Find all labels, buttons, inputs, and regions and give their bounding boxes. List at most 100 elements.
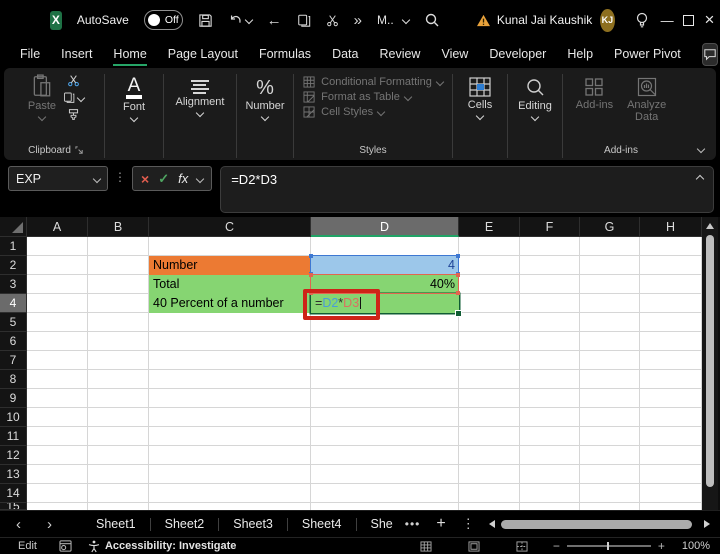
zoom-slider[interactable] [566, 542, 651, 550]
tab-insert[interactable]: Insert [61, 47, 92, 61]
save-icon[interactable] [198, 13, 213, 28]
tab-file[interactable]: File [20, 47, 40, 61]
excel-logo-icon[interactable]: X [50, 10, 62, 30]
user-name[interactable]: Kunal Jai Kaushik [497, 13, 592, 27]
cancel-entry-icon[interactable]: × [141, 171, 149, 187]
cut-ribbon-icon[interactable] [67, 74, 80, 87]
editing-button[interactable]: Editing [518, 78, 552, 122]
more-commands-menu[interactable]: M.. [377, 13, 410, 27]
row-header-10[interactable]: 10 [0, 408, 27, 427]
sheet-tab-sheet4[interactable]: Sheet4 [288, 517, 356, 531]
fill-handle[interactable] [455, 310, 462, 317]
page-break-view-button[interactable] [516, 540, 528, 552]
cell-d2[interactable]: 4 [311, 256, 459, 275]
select-all-corner[interactable] [0, 217, 27, 237]
column-header-e[interactable]: E [459, 217, 520, 237]
row-header-3[interactable]: 3 [0, 275, 27, 294]
sheet-tab-sheet2[interactable]: Sheet2 [151, 517, 219, 531]
name-box[interactable]: EXP [8, 166, 108, 191]
column-header-d[interactable]: D [311, 217, 459, 237]
zoom-level[interactable]: 100% [682, 540, 710, 552]
sheet-options-icon[interactable]: ⋮ [462, 516, 475, 532]
cell-styles-button[interactable]: Cell Styles [303, 106, 386, 118]
sheet-tab-sheet3[interactable]: Sheet3 [219, 517, 287, 531]
tab-power-pivot[interactable]: Power Pivot [614, 47, 681, 61]
normal-view-button[interactable] [420, 540, 432, 552]
row-header-5[interactable]: 5 [0, 313, 27, 332]
scroll-right-icon[interactable] [704, 520, 710, 528]
scroll-left-icon[interactable] [488, 520, 495, 528]
horizontal-scrollbar-thumb[interactable] [500, 519, 693, 529]
addins-button[interactable]: Add-ins [576, 77, 613, 111]
collapse-ribbon-chevron-icon[interactable] [696, 144, 706, 154]
row-header-8[interactable]: 8 [0, 370, 27, 389]
tab-developer[interactable]: Developer [489, 47, 546, 61]
minimize-button[interactable]: — [657, 0, 678, 40]
cut-icon[interactable] [326, 13, 339, 28]
vertical-scrollbar[interactable] [702, 217, 718, 510]
format-as-table-button[interactable]: Format as Table [303, 91, 413, 103]
tab-view[interactable]: View [441, 47, 468, 61]
clipboard-dialog-launcher-icon[interactable] [75, 146, 84, 155]
formula-input[interactable]: =D2*D3 [220, 166, 714, 213]
close-button[interactable]: × [699, 0, 720, 40]
formula-bar-collapse-chevron-icon[interactable] [695, 174, 705, 184]
tab-home[interactable]: Home [113, 47, 147, 66]
user-avatar[interactable]: KJ [600, 8, 615, 32]
page-layout-view-button[interactable] [468, 540, 480, 552]
cells-button[interactable]: Cells [468, 77, 492, 121]
toolbar-overflow-icon[interactable]: » [354, 12, 362, 29]
row-header-11[interactable]: 11 [0, 427, 27, 446]
redo-back-icon[interactable]: ← [267, 12, 282, 29]
column-header-b[interactable]: B [88, 217, 149, 237]
lightbulb-icon[interactable] [635, 12, 649, 29]
cell-c3[interactable]: Total [149, 275, 311, 294]
column-header-c[interactable]: C [149, 217, 311, 237]
copy-icon[interactable] [297, 13, 311, 28]
column-header-a[interactable]: A [27, 217, 88, 237]
zoom-out-button[interactable]: − [553, 539, 560, 553]
scroll-up-icon[interactable] [706, 223, 714, 229]
row-header-7[interactable]: 7 [0, 351, 27, 370]
analyze-data-button[interactable]: Analyze Data [627, 77, 666, 123]
font-button[interactable]: A Font [123, 76, 145, 123]
zoom-in-button[interactable]: + [658, 539, 665, 553]
more-sheets-icon[interactable]: ••• [405, 517, 421, 531]
sheet-tab-sheet1[interactable]: Sheet1 [82, 517, 150, 531]
sheet-tab-sheet5-truncated[interactable]: She [357, 517, 397, 531]
undo-chevron-icon[interactable] [244, 15, 253, 25]
alignment-button[interactable]: Alignment [176, 80, 224, 118]
comments-button[interactable] [701, 42, 718, 66]
row-header-6[interactable]: 6 [0, 332, 27, 351]
tab-data[interactable]: Data [332, 47, 358, 61]
number-button[interactable]: % Number [245, 78, 285, 122]
tab-page-layout[interactable]: Page Layout [168, 47, 238, 61]
sheet-nav-left-icon[interactable]: ‹ [16, 516, 21, 533]
new-sheet-button[interactable]: + [436, 515, 445, 533]
confirm-entry-icon[interactable]: ✓ [158, 171, 169, 187]
tab-help[interactable]: Help [567, 47, 593, 61]
insert-function-icon[interactable]: fx [178, 171, 188, 186]
zoom-slider-thumb[interactable] [606, 542, 609, 550]
row-header-12[interactable]: 12 [0, 446, 27, 465]
autosave-toggle[interactable]: Off [143, 10, 183, 30]
tab-review[interactable]: Review [379, 47, 420, 61]
column-header-f[interactable]: F [520, 217, 580, 237]
vertical-scrollbar-thumb[interactable] [706, 235, 714, 487]
tab-formulas[interactable]: Formulas [259, 47, 311, 61]
column-header-h[interactable]: H [640, 217, 702, 237]
format-painter-icon[interactable] [67, 108, 80, 121]
row-header-13[interactable]: 13 [0, 465, 27, 484]
row-header-4[interactable]: 4 [0, 294, 27, 313]
cell-c4[interactable]: 40 Percent of a number [149, 294, 311, 313]
formula-bar-drag-handle[interactable]: ⋮ [114, 170, 126, 184]
maximize-button[interactable] [678, 0, 699, 40]
row-header-1[interactable]: 1 [0, 237, 27, 256]
accessibility-status[interactable]: Accessibility: Investigate [88, 540, 236, 553]
search-icon[interactable] [424, 12, 440, 28]
row-header-15[interactable]: 15 [0, 503, 27, 510]
copy-ribbon-icon[interactable] [63, 91, 86, 104]
horizontal-scrollbar[interactable] [500, 519, 698, 529]
sheet-nav-right-icon[interactable]: › [47, 516, 52, 533]
row-header-14[interactable]: 14 [0, 484, 27, 503]
